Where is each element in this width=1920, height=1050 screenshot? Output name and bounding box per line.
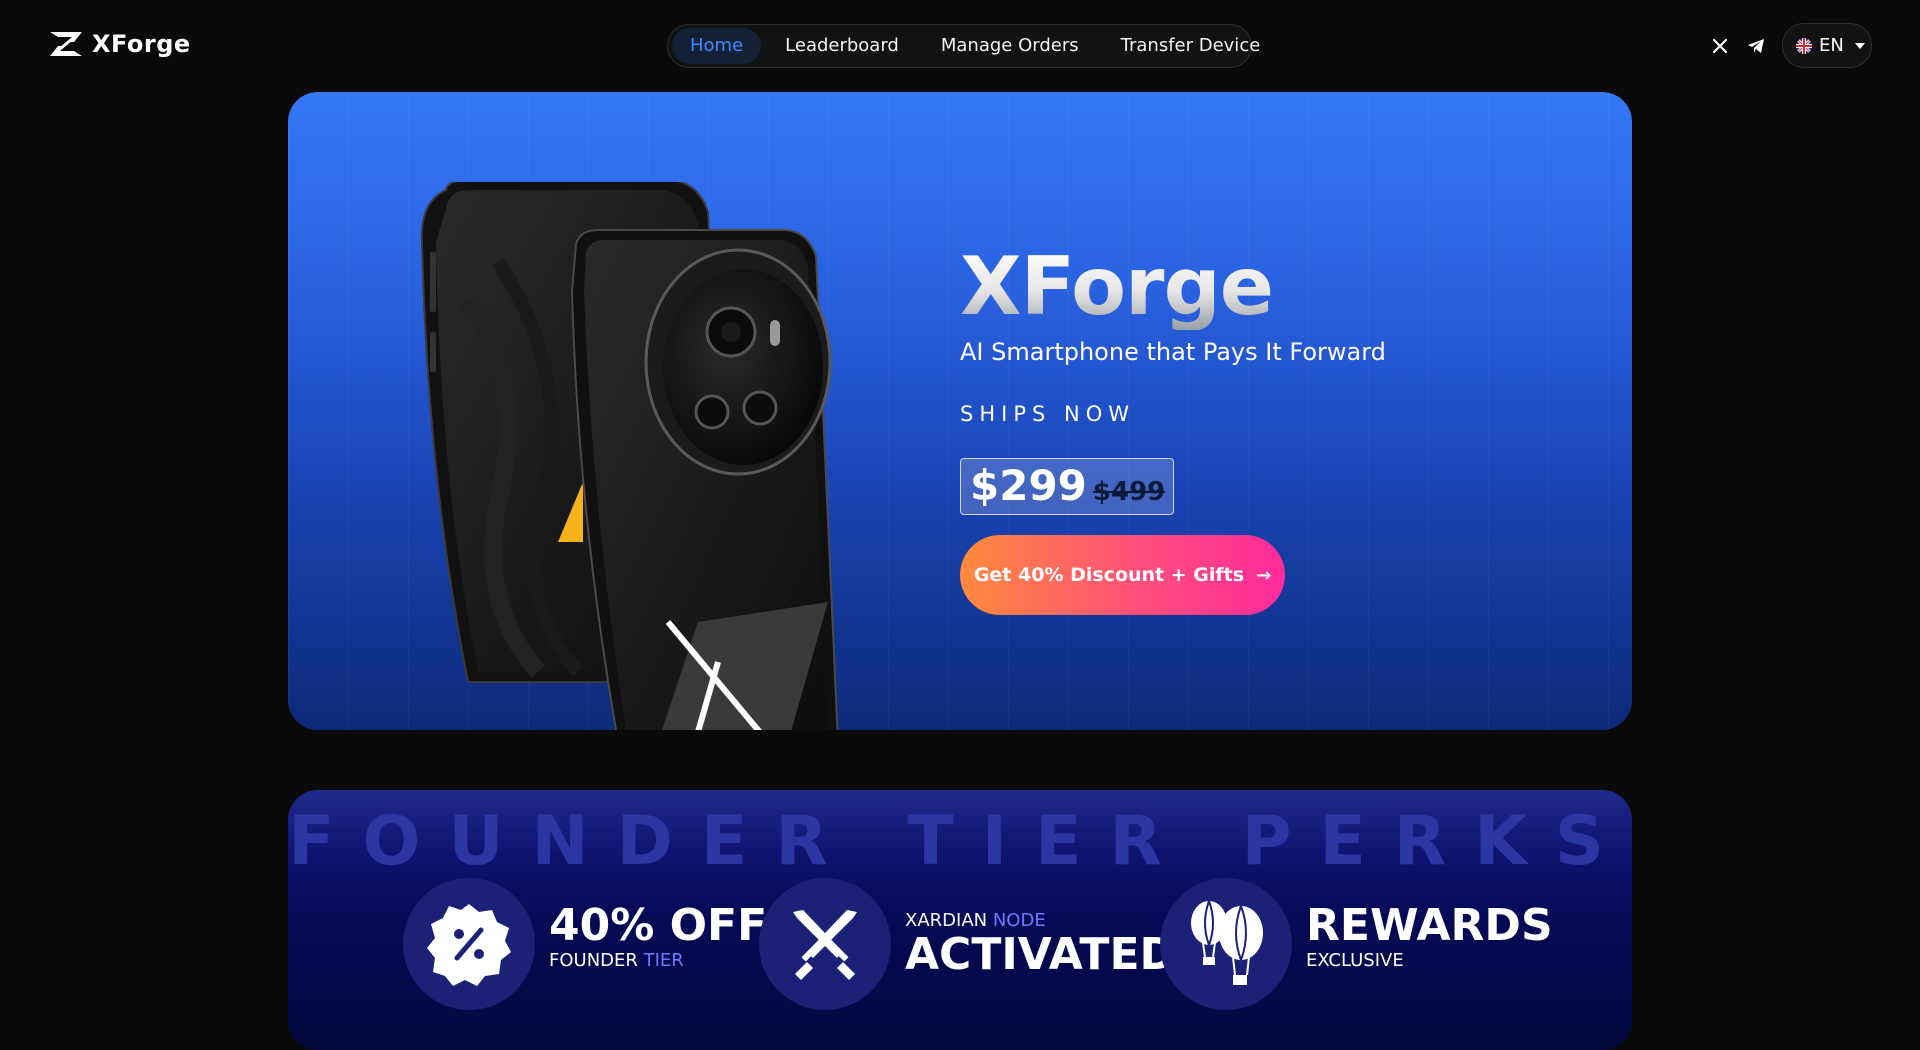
hot-air-balloons-icon [1191, 900, 1263, 985]
perk-node: XARDIAN NODE ACTIVATED [759, 878, 1176, 1010]
telegram-icon[interactable] [1745, 35, 1767, 57]
perk-discount: 40% OFF FOUNDER TIER [403, 878, 767, 1010]
ships-now-label: SHIPS NOW [960, 402, 1135, 426]
perk-node-pre-b: NODE [992, 910, 1046, 931]
hero-title: XForge [960, 244, 1386, 330]
perk-rewards: REWARDS EXCLUSIVE [1160, 878, 1553, 1010]
hero-banner: XForge AI Smartphone that Pays It Forwar… [288, 92, 1632, 730]
language-label: EN [1819, 35, 1844, 56]
perk-node-title: ACTIVATED [905, 929, 1177, 980]
arrow-right-icon: → [1256, 564, 1272, 586]
nav-leaderboard[interactable]: Leaderboard [767, 28, 917, 64]
nav-manage-orders[interactable]: Manage Orders [923, 28, 1097, 64]
hero-subtitle: AI Smartphone that Pays It Forward [960, 338, 1386, 366]
uk-flag-icon [1796, 37, 1812, 54]
phones-image [420, 182, 839, 730]
hero-content: XForge AI Smartphone that Pays It Forwar… [960, 244, 1386, 615]
perk-discount-sub-a: FOUNDER [549, 950, 644, 971]
percent-badge-icon [427, 904, 511, 986]
brand-name: XForge [92, 30, 191, 58]
perks-title: FOUNDER TIER PERKS [288, 802, 1632, 881]
x-icon[interactable] [1709, 35, 1731, 57]
perk-icon-circle [759, 878, 891, 1010]
nav-home[interactable]: Home [672, 28, 762, 64]
brand[interactable]: XForge [48, 30, 191, 58]
founder-perks-section: FOUNDER TIER PERKS 40% OFF FOUNDER TIER [288, 790, 1632, 1050]
perk-discount-sub-b: TIER [643, 950, 684, 971]
language-selector[interactable]: EN [1782, 23, 1872, 68]
perk-icon-circle [1160, 878, 1292, 1010]
chevron-down-icon [1854, 42, 1865, 49]
perk-discount-title: 40% OFF [549, 900, 768, 951]
perk-node-pre-a: XARDIAN [905, 910, 993, 931]
perk-rewards-title: REWARDS [1306, 900, 1553, 951]
price-current: $299 [970, 461, 1087, 510]
nav-transfer-device[interactable]: Transfer Device [1103, 28, 1279, 64]
crossed-swords-icon [793, 910, 857, 980]
main-nav: Home Leaderboard Manage Orders Transfer … [667, 24, 1260, 68]
price-original: $499 [1092, 477, 1166, 507]
get-discount-button[interactable]: Get 40% Discount + Gifts → [960, 535, 1285, 615]
xforge-logo-icon [50, 32, 82, 56]
cta-label: Get 40% Discount + Gifts [973, 564, 1245, 586]
price-box: $299 $499 [960, 458, 1175, 515]
perk-icon-circle [403, 878, 535, 1010]
top-header: XForge Home Leaderboard Manage Orders Tr… [0, 0, 1920, 92]
perk-rewards-sub: EXCLUSIVE [1306, 950, 1404, 971]
